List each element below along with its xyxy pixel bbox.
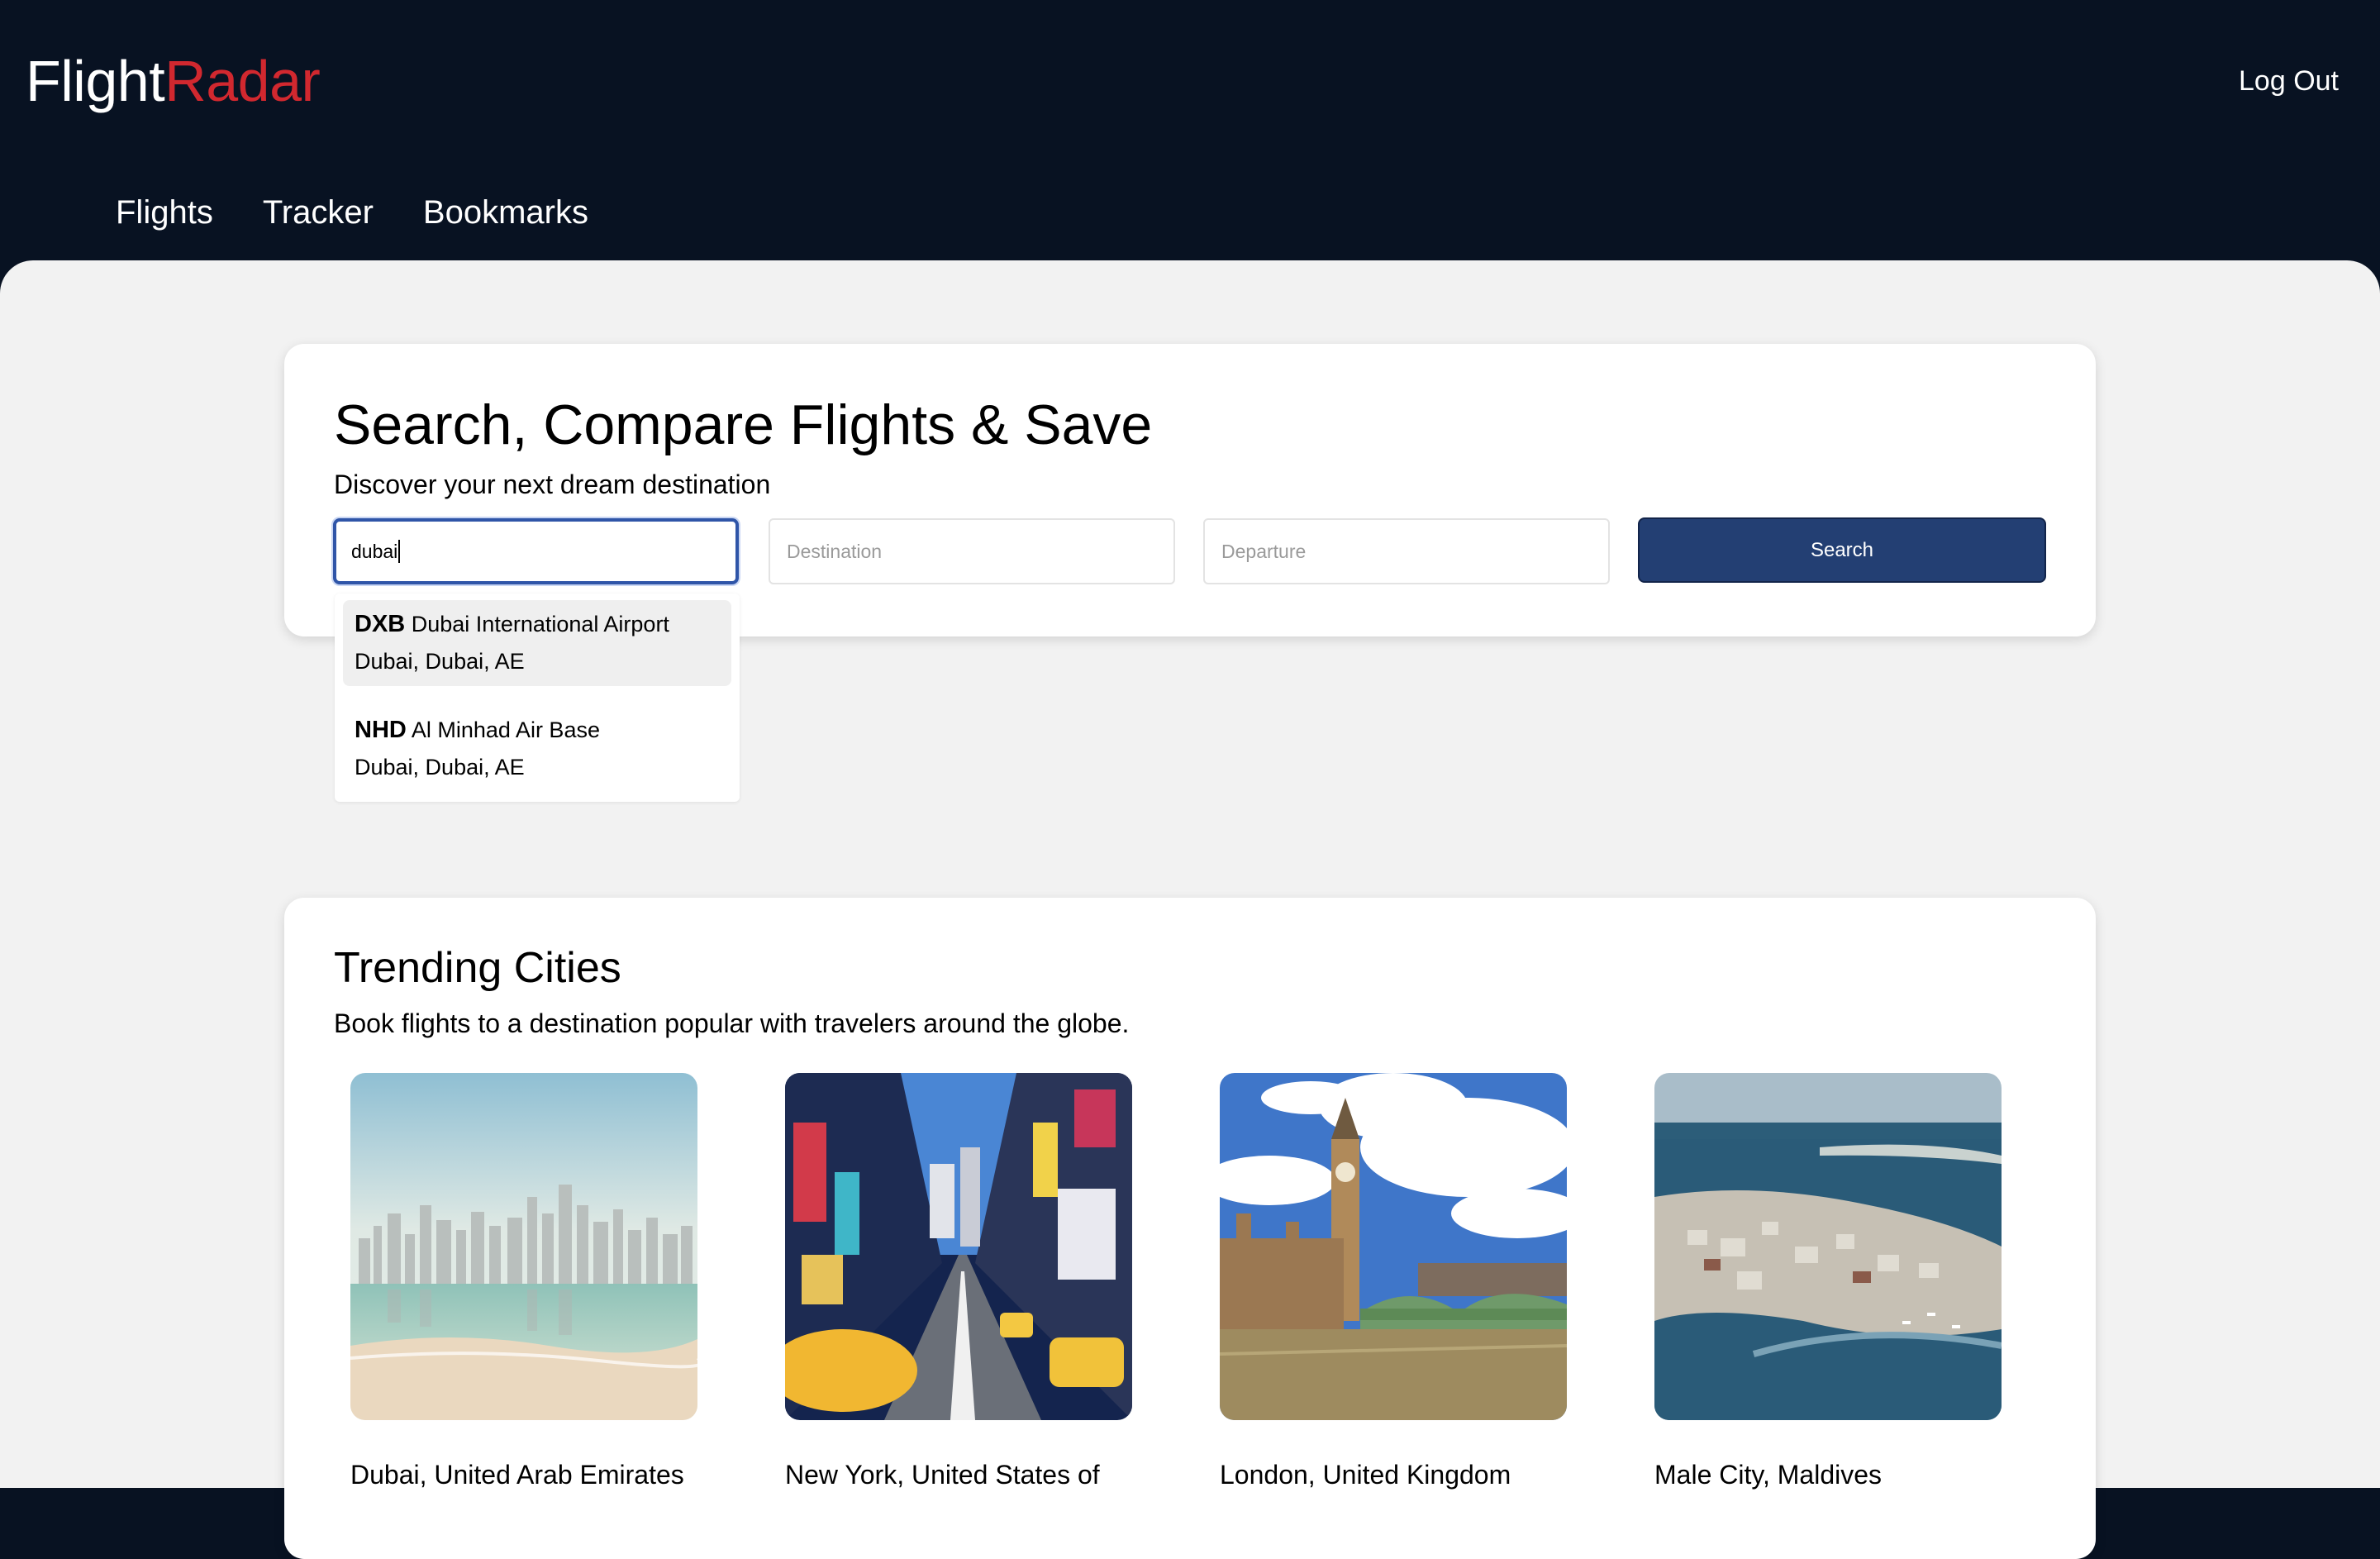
suggestion-location: Dubai, Dubai, AE xyxy=(355,755,525,780)
logo-text-flight: Flight xyxy=(26,49,165,113)
destination-input[interactable]: Destination xyxy=(769,518,1175,584)
city-card-dubai[interactable]: Dubai, United Arab Emirates xyxy=(350,1073,697,1490)
origin-input[interactable]: dubai xyxy=(333,518,739,584)
nav-item-bookmarks[interactable]: Bookmarks xyxy=(423,192,588,233)
trending-title: Trending Cities xyxy=(334,944,621,992)
search-title: Search, Compare Flights & Save xyxy=(334,393,1153,456)
suggestion-code: NHD xyxy=(355,717,407,743)
suggestion-airport-name: Dubai International Airport xyxy=(411,612,669,636)
origin-input-value: dubai xyxy=(351,540,398,562)
suggestion-airport-name: Al Minhad Air Base xyxy=(411,718,600,742)
destination-placeholder: Destination xyxy=(787,540,883,562)
city-card-london[interactable]: London, United Kingdom xyxy=(1220,1073,1567,1490)
nav-item-tracker[interactable]: Tracker xyxy=(263,192,374,233)
city-image-new-york xyxy=(785,1073,1132,1420)
city-image-london xyxy=(1220,1073,1567,1420)
city-name: Male City, Maldives xyxy=(1654,1460,1883,1490)
city-card-new-york[interactable]: New York, United States of xyxy=(785,1073,1132,1490)
main-content: Search, Compare Flights & Save Discover … xyxy=(0,260,2380,1559)
suggestion-code: DXB xyxy=(355,611,406,637)
suggestion-item-dxb[interactable]: DXB Dubai International Airport Dubai, D… xyxy=(343,600,731,686)
logout-button[interactable]: Log Out xyxy=(2239,63,2339,99)
departure-input[interactable]: Departure xyxy=(1203,518,1610,584)
flight-search-card: Search, Compare Flights & Save Discover … xyxy=(284,344,2096,636)
search-subtitle: Discover your next dream destination xyxy=(334,470,771,499)
trending-cities-card: Trending Cities Book flights to a destin… xyxy=(284,898,2096,1559)
city-image-male-city xyxy=(1654,1073,2002,1420)
city-name: London, United Kingdom xyxy=(1220,1460,1511,1490)
city-card-male-city[interactable]: Male City, Maldives xyxy=(1654,1073,2002,1490)
trending-subtitle: Book flights to a destination popular wi… xyxy=(334,1008,1130,1038)
text-cursor xyxy=(398,540,401,563)
logo-text-radar: Radar xyxy=(164,49,321,113)
top-navigation-bar: FlightRadar Log Out Flights Tracker Book… xyxy=(0,0,2380,273)
suggestion-item-nhd[interactable]: NHD Al Minhad Air Base Dubai, Dubai, AE xyxy=(343,706,731,792)
main-nav: Flights Tracker Bookmarks xyxy=(116,192,588,233)
city-name: New York, United States of xyxy=(785,1460,1100,1490)
suggestion-location: Dubai, Dubai, AE xyxy=(355,649,525,674)
city-image-dubai xyxy=(350,1073,697,1420)
city-name: Dubai, United Arab Emirates xyxy=(350,1460,684,1490)
nav-item-flights[interactable]: Flights xyxy=(116,192,213,233)
search-button[interactable]: Search xyxy=(1638,517,2046,583)
logo[interactable]: FlightRadar xyxy=(26,48,321,114)
departure-placeholder: Departure xyxy=(1221,540,1307,562)
origin-suggestions-dropdown: DXB Dubai International Airport Dubai, D… xyxy=(335,594,740,802)
